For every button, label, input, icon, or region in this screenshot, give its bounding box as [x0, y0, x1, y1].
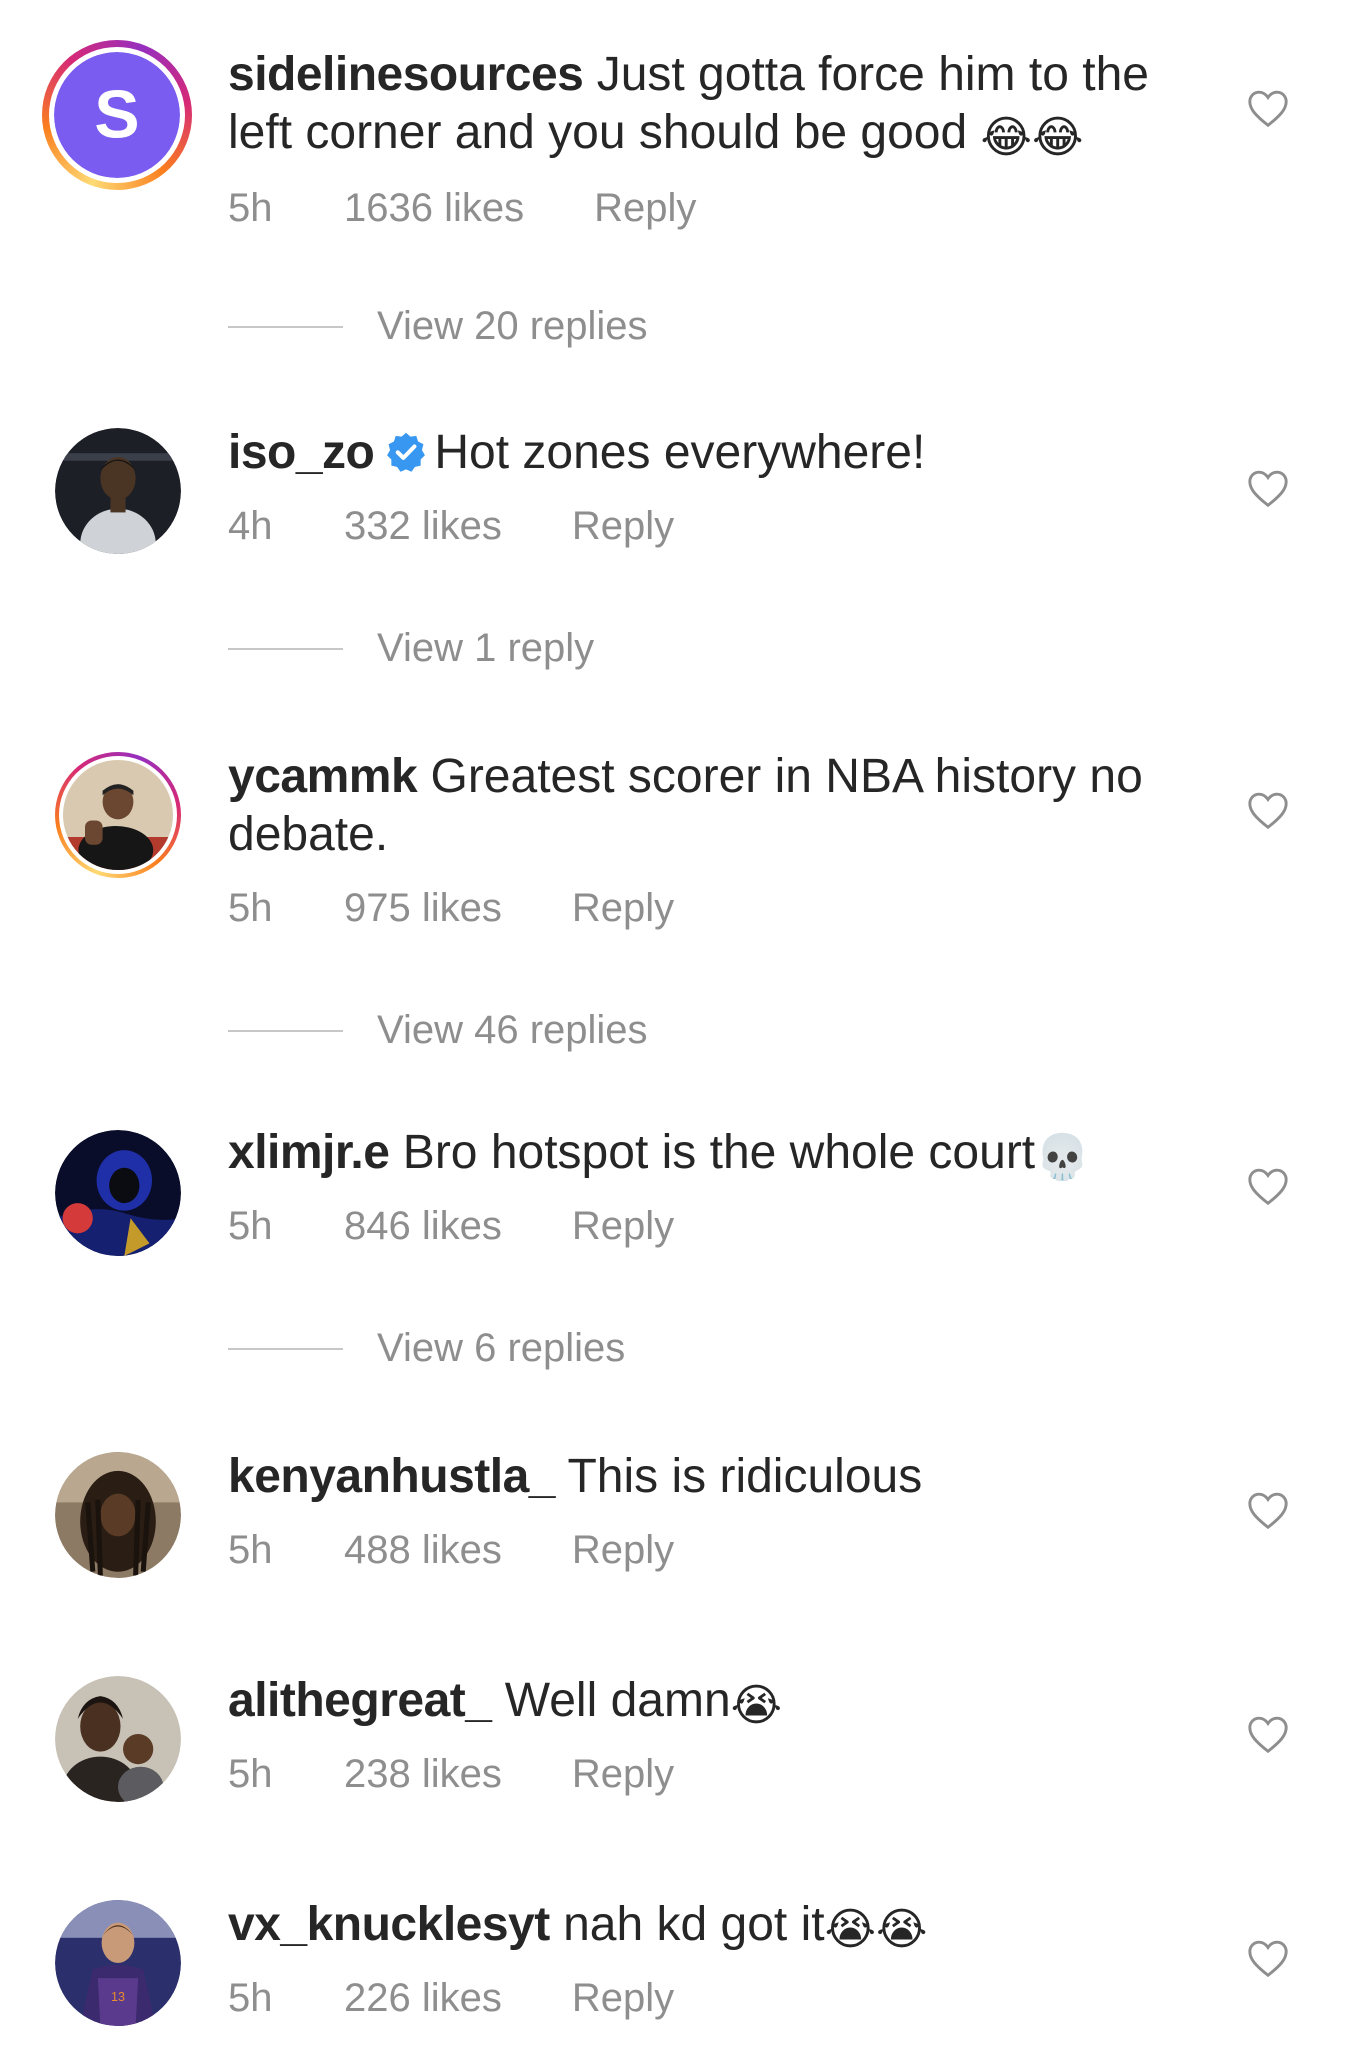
emoji-skull: 💀	[1035, 1133, 1090, 1182]
comment-body: vx_knucklesyt nah kd got it😭😭	[228, 1896, 1188, 1954]
avatar-image: S	[54, 52, 180, 178]
heart-icon[interactable]	[1246, 1490, 1290, 1530]
reply-button[interactable]: Reply	[572, 1752, 674, 1797]
comment-time: 5h	[228, 1528, 273, 1572]
comment-time: 5h	[228, 1976, 273, 2020]
comment-likes[interactable]: 1636 likes	[344, 186, 524, 231]
avatar-image	[55, 1130, 181, 1256]
comment-username[interactable]: ycammk	[228, 750, 418, 803]
view-replies-label: View 20 replies	[377, 304, 648, 348]
comment-text: Well damn	[504, 1674, 731, 1727]
comment-body: ycammk Greatest scorer in NBA history no…	[228, 748, 1188, 864]
reply-button[interactable]: Reply	[572, 504, 674, 549]
comment-meta: 5h 975 likes Reply	[228, 886, 674, 931]
comment-body: kenyanhustla_ This is ridiculous	[228, 1448, 1188, 1506]
comment-time: 5h	[228, 1204, 273, 1248]
comment-body: xlimjr.e Bro hotspot is the whole court💀	[228, 1124, 1188, 1182]
comment-body: sidelinesources Just gotta force him to …	[228, 46, 1188, 162]
avatar[interactable]: 13	[55, 1900, 181, 2026]
comment-meta: 5h 238 likes Reply	[228, 1752, 674, 1797]
comment-likes[interactable]: 488 likes	[344, 1528, 502, 1573]
comment-meta: 5h 226 likes Reply	[228, 1976, 674, 2021]
divider	[228, 325, 343, 328]
heart-icon[interactable]	[1246, 1938, 1290, 1978]
divider	[228, 1029, 343, 1032]
reply-button[interactable]: Reply	[594, 186, 696, 231]
comment-username[interactable]: vx_knucklesyt	[228, 1898, 550, 1951]
emoji-crying: 😭	[730, 1681, 783, 1730]
avatar-image	[55, 428, 181, 554]
avatar[interactable]	[55, 1676, 181, 1802]
reply-button[interactable]: Reply	[572, 1976, 674, 2021]
reply-button[interactable]: Reply	[572, 1204, 674, 1249]
heart-icon[interactable]	[1246, 468, 1290, 508]
comment-meta: 5h 846 likes Reply	[228, 1204, 674, 1249]
comment-meta: 5h 488 likes Reply	[228, 1528, 674, 1573]
avatar[interactable]	[55, 752, 181, 878]
comment-time: 5h	[228, 1752, 273, 1796]
comment-time: 4h	[228, 504, 273, 548]
avatar-image	[55, 1676, 181, 1802]
reply-button[interactable]: Reply	[572, 1528, 674, 1573]
comment-text: Bro hotspot is the whole court	[402, 1126, 1036, 1179]
avatar[interactable]: S	[42, 40, 192, 190]
comment-time: 5h	[228, 186, 273, 230]
comment-meta: 5h 1636 likes Reply	[228, 186, 696, 231]
view-replies-button[interactable]: View 46 replies	[228, 1008, 648, 1053]
avatar[interactable]	[55, 1452, 181, 1578]
emoji-crying: 😭😭	[824, 1905, 928, 1954]
comment-text: Hot zones everywhere!	[434, 426, 926, 479]
comment-list: S sidelinesources Just gotta force him t…	[0, 0, 1351, 2048]
reply-button[interactable]: Reply	[572, 886, 674, 931]
avatar-image: 13	[55, 1900, 181, 2026]
svg-text:13: 13	[111, 1990, 125, 2004]
comment-body: iso_zo Hot zones everywhere!	[228, 424, 1188, 482]
comment-likes[interactable]: 846 likes	[344, 1204, 502, 1249]
avatar[interactable]	[55, 428, 181, 554]
comment-text: This is ridiculous	[567, 1450, 923, 1503]
divider	[228, 647, 343, 650]
comment-meta: 4h 332 likes Reply	[228, 504, 674, 549]
view-replies-label: View 1 reply	[377, 626, 595, 670]
emoji-laughing: 😂😂	[980, 113, 1084, 162]
view-replies-label: View 46 replies	[377, 1008, 648, 1052]
comment-username[interactable]: sidelinesources	[228, 48, 584, 101]
comment-username[interactable]: kenyanhustla_	[228, 1450, 555, 1503]
comment-username[interactable]: xlimjr.e	[228, 1126, 390, 1179]
heart-icon[interactable]	[1246, 1166, 1290, 1206]
view-replies-label: View 6 replies	[377, 1326, 626, 1370]
comment-likes[interactable]: 975 likes	[344, 886, 502, 931]
comment-likes[interactable]: 238 likes	[344, 1752, 502, 1797]
verified-badge-icon	[387, 432, 426, 472]
heart-icon[interactable]	[1246, 1714, 1290, 1754]
heart-icon[interactable]	[1246, 88, 1290, 128]
heart-icon[interactable]	[1246, 790, 1290, 830]
avatar[interactable]	[55, 1130, 181, 1256]
divider	[228, 1347, 343, 1350]
view-replies-button[interactable]: View 1 reply	[228, 626, 594, 671]
avatar-image	[55, 1452, 181, 1578]
comment-text: nah kd got it	[563, 1898, 825, 1951]
comment-time: 5h	[228, 886, 273, 930]
comment-likes[interactable]: 332 likes	[344, 504, 502, 549]
avatar-image	[63, 760, 173, 870]
svg-text:S: S	[94, 77, 139, 153]
view-replies-button[interactable]: View 20 replies	[228, 304, 648, 349]
comment-body: alithegreat_ Well damn😭	[228, 1672, 1188, 1730]
comment-likes[interactable]: 226 likes	[344, 1976, 502, 2021]
comment-username[interactable]: alithegreat_	[228, 1674, 492, 1727]
comment-username[interactable]: iso_zo	[228, 426, 375, 479]
view-replies-button[interactable]: View 6 replies	[228, 1326, 625, 1371]
